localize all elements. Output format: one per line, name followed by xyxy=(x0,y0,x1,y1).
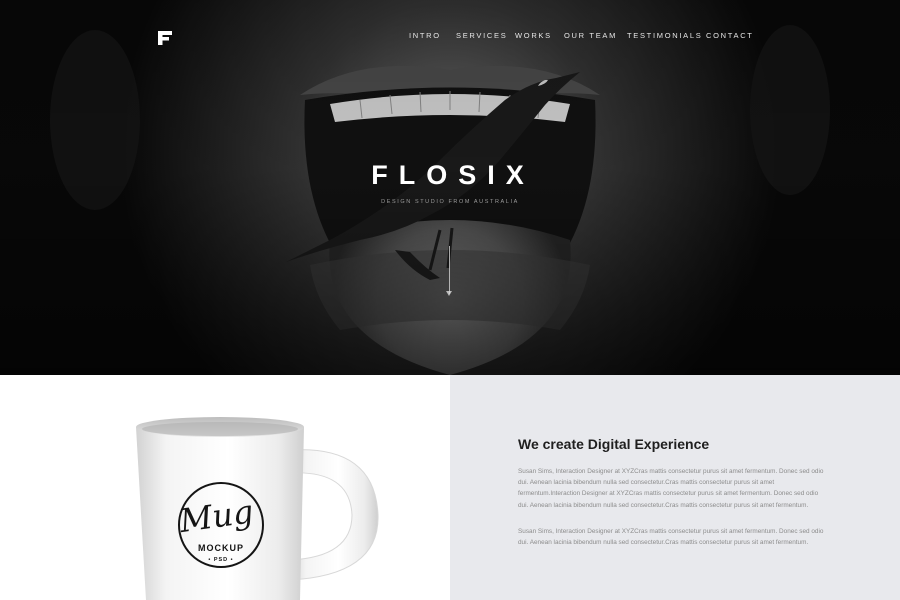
hero-section: INTRO SERVICES WORKS OUR TEAM TESTIMONIA… xyxy=(0,0,900,375)
nav-item-works[interactable]: WORKS xyxy=(515,31,552,40)
nav-item-services[interactable]: SERVICES xyxy=(456,31,507,40)
mug-label-text: MOCKUP xyxy=(198,543,244,553)
mug-mockup-panel: Mug MOCKUP • PSD • xyxy=(0,375,450,600)
nav-item-testimonials[interactable]: TESTIMONIALS xyxy=(627,31,702,40)
mug-mockup-image: Mug MOCKUP • PSD • xyxy=(136,417,379,600)
main-nav: INTRO SERVICES WORKS OUR TEAM TESTIMONIA… xyxy=(0,31,900,43)
mug-sublabel-text: • PSD • xyxy=(208,557,233,563)
hero-title: FLOSIX xyxy=(371,160,535,190)
about-panel: We create Digital Experience Susan Sims,… xyxy=(450,375,900,600)
nav-item-intro[interactable]: INTRO xyxy=(409,31,441,40)
about-paragraph-2: Susan Sims, Interaction Designer at XYZC… xyxy=(518,528,824,547)
hero-subtitle: DESIGN STUDIO FROM AUSTRALIA xyxy=(381,199,519,205)
about-paragraph-1: Susan Sims, Interaction Designer at XYZC… xyxy=(518,468,824,509)
nav-item-contact[interactable]: CONTACT xyxy=(706,31,754,40)
about-title: We create Digital Experience xyxy=(518,436,710,452)
scroll-line xyxy=(449,246,450,294)
nav-item-our-team[interactable]: OUR TEAM xyxy=(564,31,617,40)
arrow-down-icon xyxy=(446,291,452,296)
